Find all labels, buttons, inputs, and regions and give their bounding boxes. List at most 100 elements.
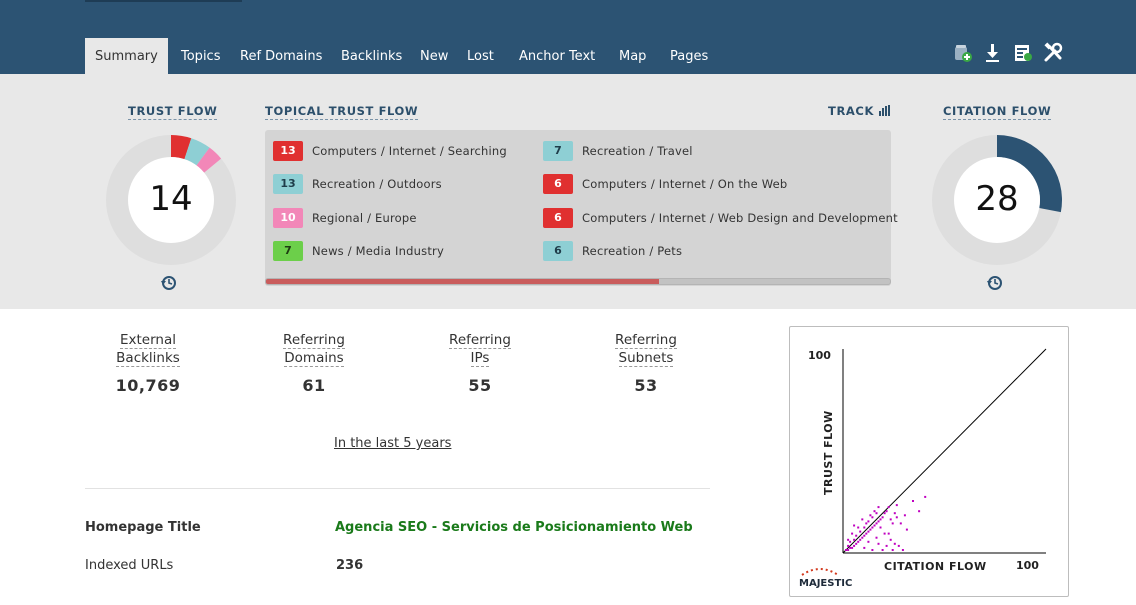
topical-trust-flow-box: 13 Computers / Internet / Searching 13 Recr… — [265, 130, 898, 286]
topic-badge: 6 — [543, 174, 573, 194]
scatter-point — [883, 532, 886, 535]
scatter-point — [883, 512, 886, 515]
topic-badge: 10 — [273, 208, 303, 228]
scatter-point — [918, 510, 921, 513]
topic-badge: 7 — [273, 241, 303, 261]
scatter-point — [865, 522, 868, 525]
scatter-point — [879, 518, 882, 521]
topical-trust-flow-label[interactable]: TOPICAL TRUST FLOW — [265, 104, 419, 120]
scatter-point — [873, 510, 876, 513]
tab-pages[interactable]: Pages — [670, 38, 708, 74]
y-max-label: 100 — [808, 349, 831, 362]
scatter-point — [899, 522, 902, 525]
citation-flow-label[interactable]: CITATION FLOW — [943, 104, 1052, 120]
tab-topics[interactable]: Topics — [181, 38, 220, 74]
scatter-point — [881, 549, 884, 551]
scatter-point — [887, 532, 890, 535]
scatter-point — [847, 549, 850, 551]
track-button[interactable]: TRACK — [828, 104, 891, 118]
scatter-point — [857, 526, 860, 529]
header-strip — [85, 0, 242, 2]
scatter-point — [877, 520, 880, 523]
tab-summary[interactable]: Summary — [85, 38, 168, 74]
topic-badge: 6 — [543, 241, 573, 261]
scatter-point — [857, 540, 860, 543]
scatter-point — [853, 544, 856, 547]
scatter-point — [869, 514, 872, 517]
topic-item[interactable]: 6 Computers / Internet / Web Design and D… — [543, 208, 898, 228]
scatter-point — [877, 506, 880, 509]
tab-new[interactable]: New — [420, 38, 448, 74]
tab-ref-domains[interactable]: Ref Domains — [240, 38, 322, 74]
stat-value: 10,769 — [115, 376, 181, 395]
trust-flow-label[interactable]: TRUST FLOW — [128, 104, 218, 120]
download-icon[interactable] — [982, 42, 1004, 64]
stat-value: 55 — [468, 376, 492, 395]
report-icon[interactable] — [1012, 42, 1034, 64]
stat-label[interactable]: Referring IPs — [420, 331, 540, 367]
tab-backlinks[interactable]: Backlinks — [341, 38, 402, 74]
scatter-point — [924, 495, 927, 498]
history-icon[interactable] — [161, 275, 177, 291]
scatter-point — [891, 522, 894, 525]
scatter-point — [853, 524, 856, 527]
divider — [85, 488, 710, 489]
stat-label[interactable]: External Backlinks — [88, 331, 208, 367]
scatter-point — [893, 512, 896, 515]
scatter-point — [859, 530, 862, 533]
topic-item[interactable]: 6 Recreation / Pets — [543, 241, 682, 261]
diagonal-line — [842, 348, 1047, 554]
tools-icon[interactable] — [1042, 42, 1064, 64]
tab-map[interactable]: Map — [619, 38, 646, 74]
citation-flow-donut: 28 — [932, 135, 1062, 265]
stat-label[interactable]: Referring Domains — [254, 331, 374, 367]
flow-metrics-chart: 100 100 CITATION FLOW TRUST FLOW MAJESTI… — [789, 326, 1069, 597]
scatter-point — [851, 546, 854, 549]
stat-label[interactable]: Referring Subnets — [586, 331, 706, 367]
x-axis-label: CITATION FLOW — [884, 560, 987, 573]
topic-label: Recreation / Travel — [582, 144, 693, 158]
scatter-point — [895, 504, 898, 507]
indexed-urls-label: Indexed URLs — [85, 558, 174, 573]
scatter-point — [889, 518, 892, 521]
scatter-point — [887, 506, 890, 509]
scatter-point — [845, 549, 847, 551]
stat-referring-ips: Referring IPs 55 — [420, 331, 540, 395]
topic-badge: 13 — [273, 174, 303, 194]
topic-label: News / Media Industry — [312, 244, 444, 258]
add-to-bucket-icon[interactable] — [952, 42, 974, 64]
topic-label: Regional / Europe — [312, 211, 417, 225]
topic-item[interactable]: 7 News / Media Industry — [273, 241, 444, 261]
scatter-point — [891, 549, 894, 551]
scatter-point — [863, 546, 866, 549]
stat-referring-domains: Referring Domains 61 — [254, 331, 374, 395]
scatter-point — [903, 514, 906, 517]
period-link[interactable]: In the last 5 years — [334, 436, 451, 451]
scatter-point — [855, 542, 858, 545]
trust-flow-donut: 14 — [106, 135, 236, 265]
topic-item[interactable]: 13 Computers / Internet / Searching — [273, 141, 507, 161]
topic-label: Recreation / Pets — [582, 244, 683, 258]
tab-lost[interactable]: Lost — [467, 38, 494, 74]
scatter-point — [875, 512, 878, 515]
majestic-logo-text: MAJESTIC — [799, 578, 852, 589]
tab-anchor-text[interactable]: Anchor Text — [519, 38, 595, 74]
scatter-plot: 100 100 CITATION FLOW TRUST FLOW MAJESTI… — [799, 348, 1047, 589]
top-header: Summary Topics Ref Domains Backlinks New… — [0, 0, 1136, 74]
scatter-point — [855, 534, 858, 537]
scatter-point — [895, 516, 898, 519]
scatter-point — [863, 534, 866, 537]
topic-item[interactable]: 13 Recreation / Outdoors — [273, 174, 442, 194]
scatter-point — [851, 532, 854, 535]
scatter-point — [893, 542, 896, 545]
topic-item[interactable]: 6 Computers / Internet / On the Web — [543, 174, 787, 194]
scatter-point — [859, 538, 862, 541]
stat-value: 53 — [634, 376, 658, 395]
topic-label: Computers / Internet / On the Web — [582, 177, 788, 191]
topic-label: Computers / Internet / Searching — [312, 144, 507, 158]
topic-item[interactable]: 7 Recreation / Travel — [543, 141, 693, 161]
stat-referring-subnets: Referring Subnets 53 — [586, 331, 706, 395]
history-icon[interactable] — [987, 275, 1003, 291]
scatter-point — [867, 530, 870, 533]
topic-item[interactable]: 10 Regional / Europe — [273, 208, 417, 228]
